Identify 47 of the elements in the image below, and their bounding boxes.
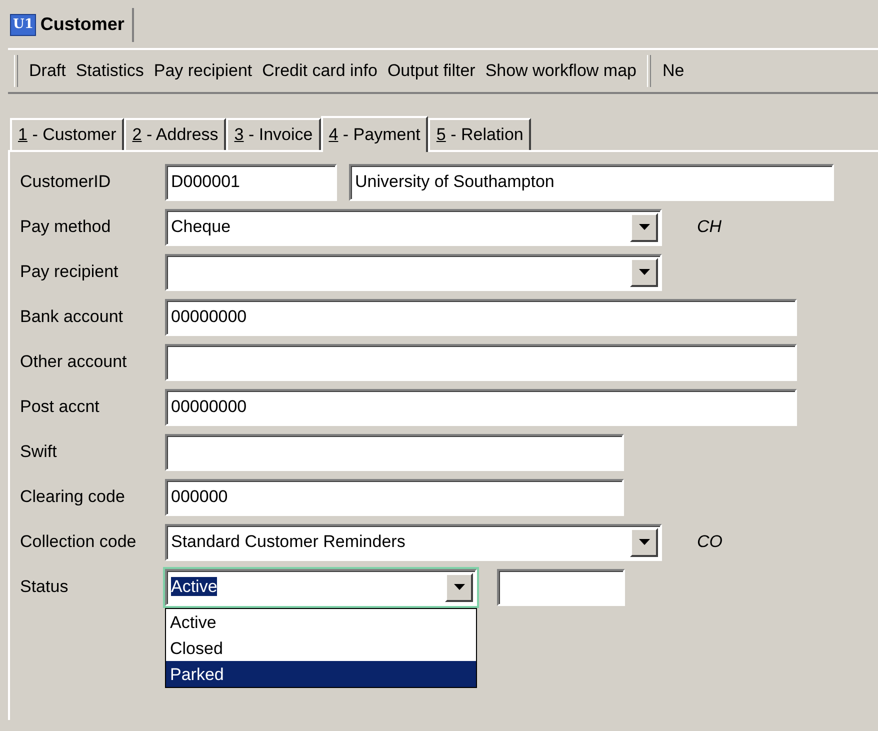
input-field[interactable] <box>497 569 625 606</box>
dropdown-option[interactable]: Parked <box>166 661 476 687</box>
toolbar-button[interactable]: Credit card info <box>257 60 382 82</box>
dropdown-field[interactable]: Standard Customer Reminders <box>165 524 662 561</box>
tab[interactable]: 4 - Payment <box>320 116 428 152</box>
input-field[interactable] <box>165 344 797 381</box>
dropdown-button[interactable] <box>630 528 658 557</box>
app-badge: U1 <box>10 14 36 36</box>
field-label: Swift <box>19 442 58 463</box>
input-field[interactable]: 000000 <box>165 479 624 516</box>
dropdown-field[interactable] <box>165 254 662 291</box>
dropdown-button[interactable] <box>630 258 658 287</box>
toolbar-button[interactable]: Ne <box>657 60 690 82</box>
tab[interactable]: 1 - Customer <box>10 118 124 150</box>
document-tab[interactable]: U1 Customer <box>8 8 134 42</box>
input-field[interactable]: D000001 <box>165 164 337 201</box>
field-label: Status <box>19 577 70 598</box>
toolbar-button[interactable]: Statistics <box>70 60 149 82</box>
input-field[interactable] <box>165 434 624 471</box>
input-field[interactable]: University of Southampton <box>349 164 834 201</box>
caret-icon <box>638 224 650 231</box>
toolbar-button[interactable]: Pay recipient <box>148 60 258 82</box>
input-field[interactable]: 00000000 <box>165 299 797 336</box>
field-label: Pay method <box>19 217 112 238</box>
field-label: Other account <box>19 352 128 373</box>
dropdown-field[interactable]: Cheque <box>165 209 662 246</box>
field-label: CustomerID <box>19 172 112 193</box>
dropdown-button[interactable] <box>445 573 473 602</box>
input-field[interactable]: 00000000 <box>165 389 797 426</box>
field-label: Post accnt <box>19 397 100 418</box>
tab[interactable]: 3 - Invoice <box>226 118 321 150</box>
field-label: Pay recipient <box>19 262 120 283</box>
field-label: Collection code <box>19 532 138 553</box>
dropdown-button[interactable] <box>630 213 658 242</box>
field-label: Clearing code <box>19 487 126 508</box>
toolbar-button[interactable]: Draft <box>24 60 71 82</box>
caret-icon <box>638 269 650 276</box>
code-label: CO <box>697 532 722 553</box>
document-title: Customer <box>40 14 124 36</box>
code-label: CH <box>697 217 722 238</box>
toolbar-button[interactable]: Output filter <box>382 60 480 82</box>
tab[interactable]: 5 - Relation <box>428 118 532 150</box>
field-label: Bank account <box>19 307 124 328</box>
caret-icon <box>454 584 464 591</box>
caret-icon <box>638 539 650 546</box>
tab[interactable]: 2 - Address <box>124 118 226 150</box>
toolbar-button[interactable]: Show workflow map <box>480 60 642 82</box>
